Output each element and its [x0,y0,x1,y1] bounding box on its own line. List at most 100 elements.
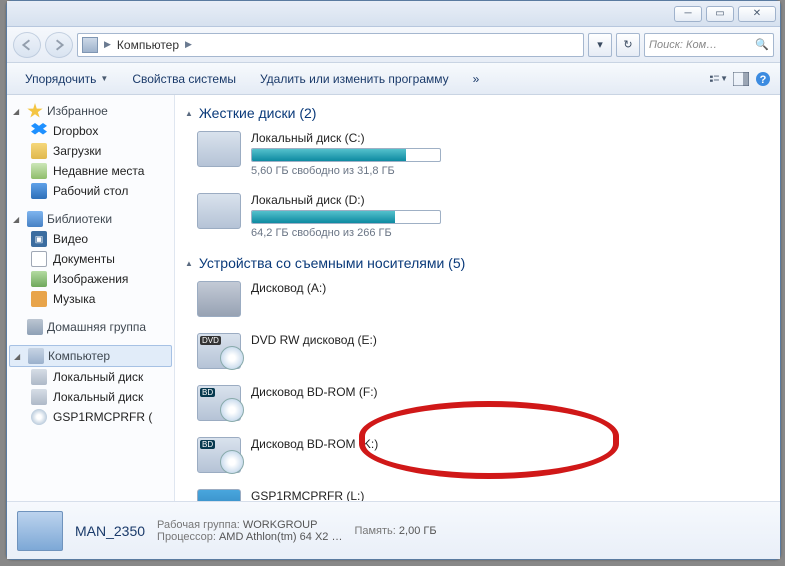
drive-win-install-l[interactable]: GSP1RMCPRFR (L:) 1,41 ГБ свободно из 3,7… [195,487,475,501]
pane-icon [733,72,749,86]
sidebar-item-music[interactable]: Музыка [9,289,172,309]
bluray-icon [197,437,241,473]
triangle-down-icon: ◢ [14,352,24,361]
drive-label: Дисковод BD-ROM (K:) [251,437,473,451]
search-placeholder: Поиск: Ком… [649,39,717,51]
arrow-left-icon [21,39,33,51]
drive-freespace: 64,2 ГБ свободно из 266 ГБ [251,227,473,239]
document-icon [31,251,47,267]
drive-label: GSP1RMCPRFR (L:) [251,489,473,501]
search-input[interactable]: Поиск: Ком… 🔍 [644,33,774,57]
drive-label: Дисковод (A:) [251,281,473,295]
drive-label: Дисковод BD-ROM (F:) [251,385,473,399]
sidebar-item-desktop[interactable]: Рабочий стол [9,181,172,201]
sidebar-group-computer[interactable]: ◢Компьютер [9,345,172,367]
windows-install-disc-icon [197,489,241,501]
sidebar-item-local-disk[interactable]: Локальный диск [9,387,172,407]
drive-label: DVD RW дисковод (E:) [251,333,473,347]
sidebar-item-local-disk[interactable]: Локальный диск [9,367,172,387]
sidebar-group-favorites[interactable]: ◢Избранное [9,101,172,121]
help-button[interactable]: ? [754,70,772,88]
computer-icon [28,348,44,364]
close-button[interactable]: ✕ [738,6,776,22]
sidebar-item-images[interactable]: Изображения [9,269,172,289]
sidebar: ◢Избранное Dropbox Загрузки Недавние мес… [7,95,175,501]
usage-bar [251,210,441,224]
details-pane: MAN_2350 Рабочая группа: WORKGROUP Проце… [7,501,780,559]
sidebar-item-dropbox[interactable]: Dropbox [9,121,172,141]
libraries-icon [27,211,43,227]
section-removable[interactable]: ▲Устройства со съемными носителями (5) [185,255,770,271]
details-memory: Память: 2,00 ГБ [354,525,436,537]
details-workgroup: Рабочая группа: WORKGROUP Процессор: AMD… [157,519,342,543]
arrow-right-icon [53,39,65,51]
system-properties-button[interactable]: Свойства системы [122,68,246,90]
computer-large-icon [17,511,63,551]
sidebar-item-recent[interactable]: Недавние места [9,161,172,181]
titlebar: ─ ▭ ✕ [7,1,780,27]
image-icon [31,271,47,287]
hdd-icon [197,131,241,167]
drive-bd-f[interactable]: Дисковод BD-ROM (F:) [195,383,475,423]
music-icon [31,291,47,307]
forward-button[interactable] [45,32,73,58]
sidebar-item-documents[interactable]: Документы [9,249,172,269]
homegroup-icon [27,319,43,335]
sidebar-item-win-install-disk[interactable]: GSP1RMCPRFR ( [9,407,172,427]
disc-icon [31,409,47,425]
dvd-icon [197,333,241,369]
view-mode-button[interactable]: ▼ [710,70,728,88]
drive-bd-k[interactable]: Дисковод BD-ROM (K:) [195,435,475,475]
dropbox-icon [31,123,47,139]
nav-row: ▶ Компьютер ▶ ▾ ↻ Поиск: Ком… 🔍 [7,27,780,63]
drive-label: Локальный диск (D:) [251,193,473,207]
sidebar-group-libraries[interactable]: ◢Библиотеки [9,209,172,229]
main-pane: ▲Жесткие диски (2) Локальный диск (C:) 5… [175,95,780,501]
drive-local-d[interactable]: Локальный диск (D:) 64,2 ГБ свободно из … [195,191,475,241]
address-location: Компьютер [117,38,179,52]
triangle-down-icon: ◢ [13,107,23,116]
sidebar-item-video[interactable]: ▣Видео [9,229,172,249]
svg-text:?: ? [760,74,767,86]
view-icon [710,72,720,86]
drive-dvd-e[interactable]: DVD RW дисковод (E:) [195,331,475,371]
sidebar-group-homegroup[interactable]: ◢Домашняя группа [9,317,172,337]
toolbar: Упорядочить▼ Свойства системы Удалить ил… [7,63,780,95]
search-icon: 🔍 [755,38,769,51]
chevron-right-icon: ▶ [104,39,111,50]
drive-freespace: 5,60 ГБ свободно из 31,8 ГБ [251,165,473,177]
chevron-right-icon: ▶ [185,39,192,50]
section-hard-disks[interactable]: ▲Жесткие диски (2) [185,105,770,121]
address-bar[interactable]: ▶ Компьютер ▶ [77,33,584,57]
triangle-down-icon: ◢ [13,215,23,224]
hdd-icon [31,389,47,405]
refresh-button[interactable]: ↻ [616,33,640,57]
triangle-down-icon: ▲ [185,109,193,118]
usage-bar [251,148,441,162]
details-name: MAN_2350 [75,523,145,539]
maximize-button[interactable]: ▭ [706,6,734,22]
preview-pane-button[interactable] [732,70,750,88]
toolbar-overflow-button[interactable]: » [463,68,490,90]
back-button[interactable] [13,32,41,58]
hdd-icon [31,369,47,385]
drive-label: Локальный диск (C:) [251,131,473,145]
computer-icon [82,37,98,53]
star-icon [27,103,43,119]
floppy-icon [197,281,241,317]
explorer-window: ─ ▭ ✕ ▶ Компьютер ▶ ▾ ↻ Поиск: Ком… 🔍 Уп… [6,0,781,560]
drive-floppy-a[interactable]: Дисковод (A:) [195,279,475,319]
organize-button[interactable]: Упорядочить▼ [15,68,118,90]
uninstall-program-button[interactable]: Удалить или изменить программу [250,68,459,90]
chevron-down-icon: ▼ [100,74,108,83]
folder-icon [31,143,47,159]
help-icon: ? [755,71,771,87]
bluray-icon [197,385,241,421]
sidebar-item-downloads[interactable]: Загрузки [9,141,172,161]
address-dropdown-button[interactable]: ▾ [588,33,612,57]
minimize-button[interactable]: ─ [674,6,702,22]
desktop-icon [31,183,47,199]
triangle-down-icon: ▲ [185,259,193,268]
drive-local-c[interactable]: Локальный диск (C:) 5,60 ГБ свободно из … [195,129,475,179]
video-icon: ▣ [31,231,47,247]
